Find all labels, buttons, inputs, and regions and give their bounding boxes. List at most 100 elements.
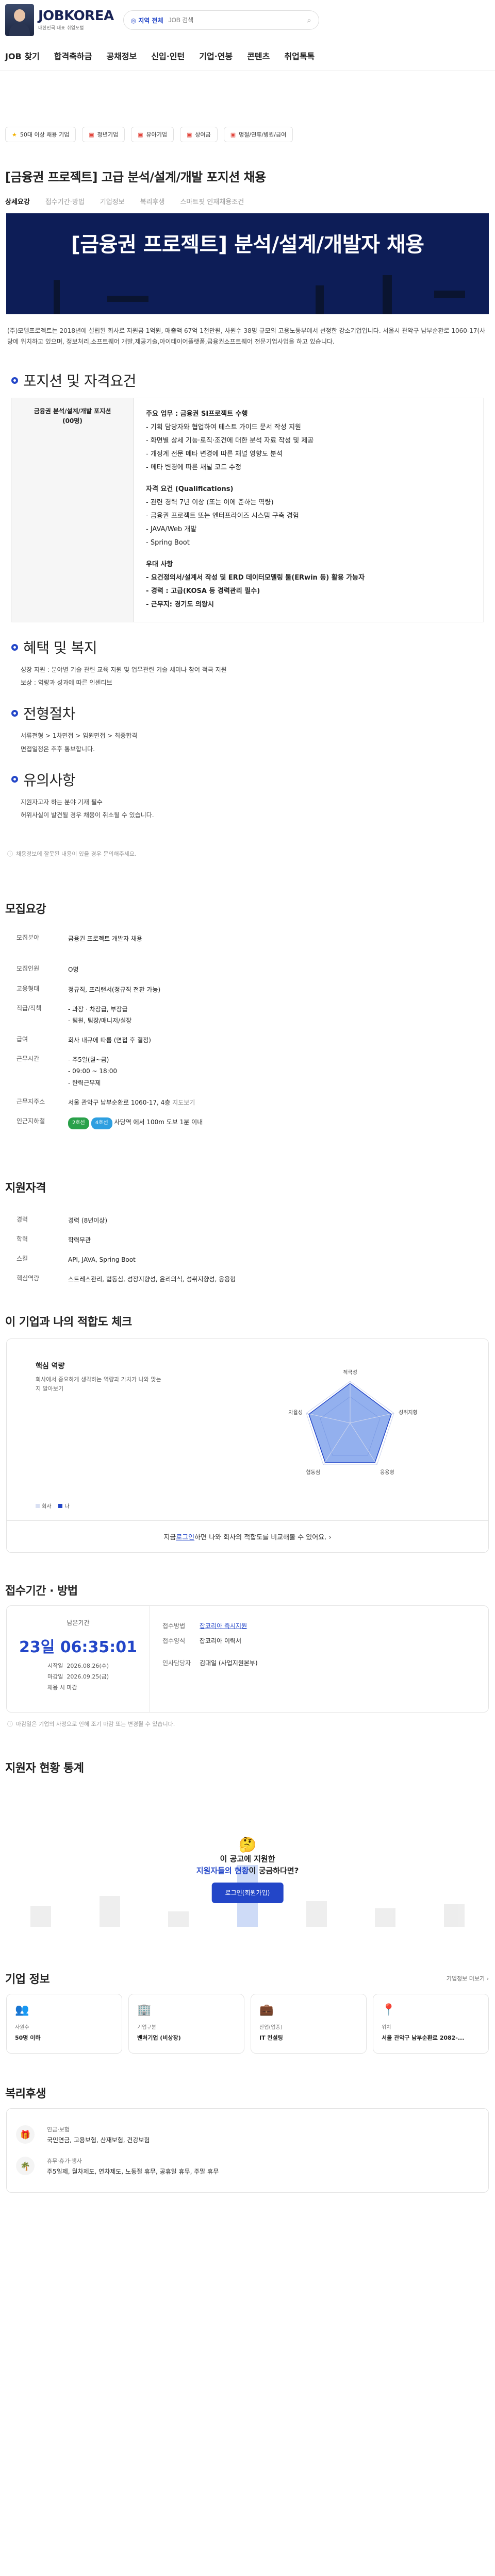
job-title: [금융권 프로젝트] 고급 분석/설계/개발 포지션 채용 [5,170,266,184]
bullet-icon [11,377,18,384]
section-heading: 혜택 및 복지 [0,637,495,657]
section-title: 이 기업과 나의 적합도 체크 [5,1316,132,1329]
radar-axis-label: 협동심 [306,1469,320,1476]
chip-label: 유아기업 [146,131,167,138]
gift-icon: 🎁 [16,2125,35,2144]
welfare-row: 🌴 휴무·휴가·행사 주5일제, 월차제도, 연차제도, 노동절 휴무, 공휴일 … [16,2150,479,2182]
summary-list: 모집분야 금융권 프로젝트 개발자 채용 모집인원 O명 고용형태 정규직, 프리랜서… [0,929,495,1133]
briefcase-icon: 💼 [259,2004,274,2017]
nav-item[interactable]: JOB 찾기 [5,49,40,62]
tab-apply[interactable]: 접수기간·방법 [45,196,85,206]
qualification-row: 경력 경력 (8년이상) [16,1215,108,1224]
banner-decoration [316,285,324,314]
summary-row: 인근지하철 2호선 4호선 사당역 에서 100m 도보 1분 이내 [0,1112,495,1133]
company-intro: (주)모델프로젝트는 2018년에 설립된 회사로 지원금 1억원, 매출액 6… [7,327,486,345]
legend-item: 회사 [36,1502,51,1510]
apply-row: 접수양식 잡코리아 이력서 [162,1637,242,1645]
position-table: 금융권 분석/설계/개발 포지션 (00명) 주요 업무 : 금융권 SI프로젝… [11,398,484,622]
blurred-bar [375,1908,396,1927]
nav-item[interactable]: 공채정보 [106,49,137,62]
qualification-list: 경력 경력 (8년이상) 학력 학력무관 스킬 API, JAVA, Spring B… [0,1211,495,1290]
chip-label: 청년기업 [97,131,119,138]
tab-smartfit[interactable]: 스마트핏 인재채용조건 [180,196,244,206]
apply-row: 접수방법 잡코리아 즉시지원 [162,1621,248,1630]
login-link[interactable]: 로그인 [176,1532,194,1541]
section-title: 지원자 현황 통계 [5,1762,84,1775]
summary-row: 근무지주소 서울 관악구 남부순환로 1060-17, 4층 지도보기 [16,1097,195,1106]
banner-title: [금융권 프로젝트] 분석/설계/개발자 채용 [71,233,424,257]
chip[interactable]: ▣ 상여금 [179,127,218,142]
search-icon[interactable]: ⌕ [307,15,311,25]
qualification-row: 핵심역량 스트레스관리, 협동심, 성장지향성, 윤리의식, 성취지향성, 응용형 [16,1275,236,1283]
radar-axis-label: 자율성 [288,1410,303,1416]
tab-welfare[interactable]: 복리후생 [140,196,165,206]
banner-decoration [54,280,60,314]
nav-item[interactable]: 신입·인턴 [151,49,185,62]
section-heading: 유의사항 [0,769,495,790]
nav-item[interactable]: 취업톡톡 [284,49,315,62]
bullet-icon [11,709,18,717]
radar-axis-label: 성취지향성 [399,1410,417,1416]
report-notice[interactable]: ⓘ 채용정보에 잘못된 내용이 있을 경우 문의해주세요. [0,850,495,858]
subway-line-tag: 4호선 [91,1117,112,1129]
logo[interactable]: JOBKOREA 대한민국 대표 취업포털 [5,4,114,36]
badge-icon: ▣ [89,131,94,138]
fit-login-cta[interactable]: 지금 로그인 하면 나와 회사의 적합도를 비교해볼 수 있어요. › [7,1520,488,1552]
chip[interactable]: ▣ 유아기업 [131,127,174,142]
fit-check-card: 핵심 역량 회사에서 중요하게 생각하는 역량과 가치가 나와 맞는지 알아보기… [6,1338,489,1553]
radar-axis-label: 응용형 [380,1469,394,1476]
stats-login-prompt: 🤔 이 공고에 지원한 지원자들의 현황이 궁금하다면? 로그인(회원가입) [196,1836,299,1904]
tab-company[interactable]: 기업정보 [100,196,125,206]
company-info-card: 🏢 기업구분 벤처기업 (비상장) [128,1994,244,2054]
search-bar: ◎ 지역 전체 ⌕ [123,10,319,30]
building-icon: 🏢 [137,2004,152,2017]
position-details: 주요 업무 : 금융권 SI프로젝트 수행 - 기획 담당자와 협업하여 테스트… [134,398,483,622]
section-title: 복리후생 [5,2088,46,2101]
position-name: 금융권 분석/설계/개발 포지션 (00명) [12,398,134,622]
summary-row: 직급/직책 - 과장 · 차장급, 부장급 - 팀원, 팀장/매니저/실장 [16,1004,132,1024]
company-more-link[interactable]: 기업정보 더보기 › [447,1974,489,1982]
location-pin-icon: 📍 [382,2004,396,2017]
chip[interactable]: ▣ 명절/연휴/병원/급여 [223,127,293,142]
blurred-bar [99,1896,120,1927]
benefits-list: 성장 지원 : 분야별 기술 관련 교육 지원 및 업무관련 기술 세미나 참여… [21,666,227,687]
badge-icon: ▣ [230,131,236,138]
bullet-icon [11,776,18,783]
star-icon: ★ [12,131,17,138]
summary-row: 근무시간 - 주5일(월~금) - 09:00 ~ 18:00- 탄력근무제 [16,1055,117,1087]
apply-footnote: ⓘ 마감일은 기업의 사정으로 인해 조기 마감 또는 변경될 수 있습니다. [7,1721,175,1728]
chip-list: ★ 50대 이상 채용 기업 ▣ 청년기업 ▣ 유아기업 ▣ 상여금 ▣ 명절/연휴/병원… [0,71,495,142]
region-selector[interactable]: ◎ 지역 전체 [131,16,163,25]
legend-item: 나 [58,1502,70,1510]
tab-detail[interactable]: 상세요강 [5,196,30,206]
company-info-grid: 👥 사원수 50명 이하 🏢 기업구분 벤처기업 (비상장) 💼 산업(업종) IT 컨설팅… [0,1994,495,2054]
info-icon: ⓘ [7,851,13,858]
subway-line-tag: 2호선 [68,1117,89,1129]
job-banner: [금융권 프로젝트] 분석/설계/개발자 채용 [6,213,489,314]
chip-label: 50대 이상 채용 기업 [20,131,70,138]
quick-apply-link[interactable]: 잡코리아 즉시지원 [200,1621,247,1630]
logo-avatar [5,4,34,36]
countdown: 23일 06:35:01 [19,1638,138,1657]
nav-item[interactable]: 합격축하금 [54,49,92,62]
nav-item[interactable]: 콘텐츠 [247,49,270,62]
caution-list: 지원자고자 하는 분야 기재 필수 허위사실이 발견될 경우 채용이 취소될 수… [21,798,154,819]
main-nav: JOB 찾기 합격축하금 공채정보 신입·인턴 기업·연봉 콘텐츠 취업톡톡 [0,40,495,71]
thinking-face-icon: 🤔 [238,1836,257,1854]
map-link[interactable]: 지도보기 [172,1099,195,1106]
login-button[interactable]: 로그인(회원가입) [211,1883,284,1904]
radar-legend: 회사 나 [36,1502,70,1510]
summary-row: 모집인원 O명 [16,965,79,974]
chip[interactable]: ★ 50대 이상 채용 기업 [5,127,76,142]
qualification-row: 학력 학력무관 [16,1235,91,1244]
search-input[interactable] [168,16,302,24]
badge-icon: ▣ [186,131,192,138]
nav-item[interactable]: 기업·연봉 [199,49,233,62]
chip[interactable]: ▣ 청년기업 [82,127,125,142]
detail-tabs: 상세요강 접수기간·방법 기업정보 복리후생 스마트핏 인재채용조건 [0,196,495,206]
welfare-card: 🎁 연금·보험 국민연금, 고용보험, 산재보험, 건강보험 🌴 휴무·휴가·행사… [6,2108,489,2193]
section-title: 기업 정보 [5,1973,50,1987]
section-heading: 포지션 및 자격요건 [0,370,495,391]
people-icon: 👥 [15,2004,29,2017]
company-info-card[interactable]: 📍 위치 서울 관악구 남부순환로 2082-... [373,1994,489,2054]
